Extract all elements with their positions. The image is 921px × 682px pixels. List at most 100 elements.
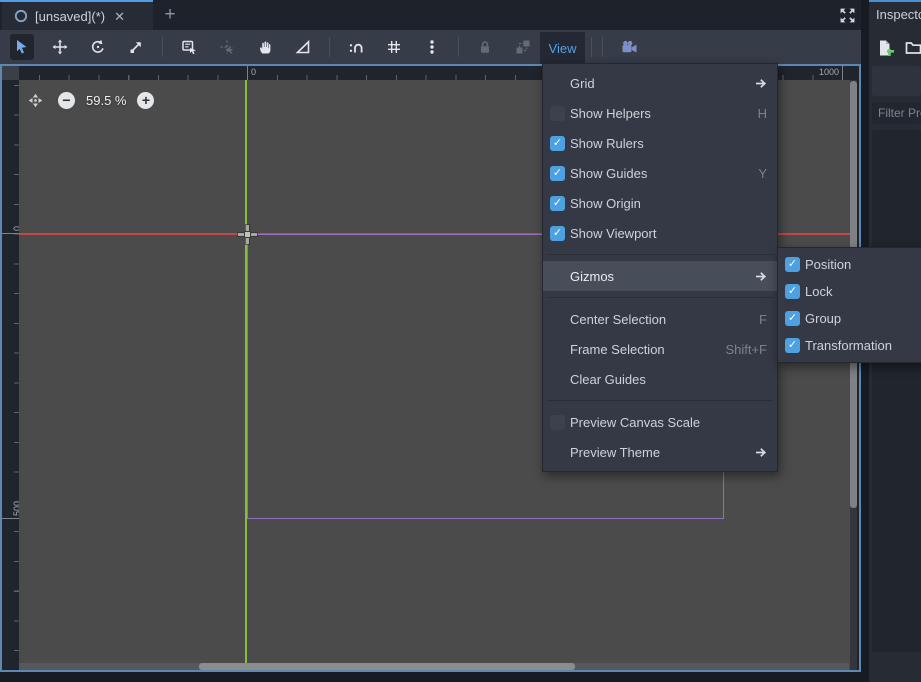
center-view-icon[interactable] (27, 92, 44, 109)
menu-item-label: Show Rulers (570, 136, 644, 151)
horizontal-scrollbar-thumb[interactable] (199, 663, 575, 670)
origin-position-gizmo[interactable] (238, 225, 257, 244)
close-icon[interactable]: ✕ (114, 10, 125, 23)
menu-item-label: Position (805, 257, 851, 272)
zoom-widget: − 59.5 % + (27, 92, 154, 109)
zoom-percentage[interactable]: 59.5 % (86, 93, 126, 108)
vertical-ruler[interactable]: 0500 (2, 80, 19, 670)
inspector-object-bar[interactable] (872, 66, 921, 96)
menu-item-clear-guides[interactable]: Clear Guides (543, 364, 777, 394)
menu-item-label: Show Viewport (570, 226, 656, 241)
menu-item-label: Transformation (805, 338, 892, 353)
smart-snap-button[interactable] (344, 34, 368, 60)
group-icon (515, 39, 531, 55)
expand-icon (839, 7, 856, 24)
menu-item-label: Gizmos (570, 269, 614, 284)
ruler-major-tick (842, 66, 843, 80)
scene-tab-bar: [unsaved](*) ✕ + (0, 0, 861, 30)
group-selected-button[interactable] (511, 34, 535, 60)
expand-button[interactable] (834, 4, 860, 27)
menu-item-label: Grid (570, 76, 595, 91)
checkbox-checked-icon: ✓ (550, 166, 565, 181)
lock-icon (477, 39, 493, 55)
menu-item-group[interactable]: ✓ Group (778, 305, 921, 332)
menu-item-shortcut: Shift+F (725, 342, 767, 357)
ruler-major-tick (2, 518, 19, 519)
menu-item-shortcut: F (759, 312, 767, 327)
menu-item-gizmos[interactable]: Gizmos (543, 261, 777, 291)
filter-properties-input[interactable]: Filter Properties (872, 102, 921, 124)
menu-item-show-origin[interactable]: ✓Show Origin (543, 188, 777, 218)
zoom-in-button[interactable]: + (137, 92, 154, 109)
menu-item-label: Preview Canvas Scale (570, 415, 700, 430)
checkbox-spacer (550, 342, 565, 357)
grid-snap-button[interactable] (382, 34, 406, 60)
canvas-toolbar (0, 30, 861, 64)
menu-item-show-helpers[interactable]: Show HelpersH (543, 98, 777, 128)
view-menu-button[interactable]: View (540, 32, 585, 64)
snap-options-button[interactable] (420, 34, 444, 60)
menu-item-position[interactable]: ✓Position (778, 251, 921, 278)
checkbox-unchecked-icon (550, 415, 565, 430)
menu-item-lock[interactable]: ✓Lock (778, 278, 921, 305)
scene-tab-label: [unsaved](*) (35, 9, 105, 24)
menu-item-show-rulers[interactable]: ✓ Show Rulers (543, 128, 777, 158)
toolbar-separator (162, 37, 163, 57)
ruler-mode-button[interactable] (291, 34, 315, 60)
pan-mode-button[interactable] (253, 34, 277, 60)
checkbox-unchecked-icon (550, 106, 565, 121)
scene-icon (14, 9, 28, 23)
checkbox-spacer (550, 76, 565, 91)
lock-selected-button[interactable] (473, 34, 497, 60)
inspector-title: Inspector (876, 7, 921, 22)
list-select-button[interactable] (177, 34, 201, 60)
checkbox-checked-icon: ✓ (785, 311, 800, 326)
smart-snap-icon (348, 39, 364, 55)
new-scene-tab-button[interactable]: + (158, 3, 182, 27)
menu-item-preview-theme[interactable]: Preview Theme (543, 437, 777, 467)
checkbox-checked-icon: ✓ (550, 136, 565, 151)
rotate-mode-button[interactable] (86, 34, 110, 60)
menu-item-label: Show Origin (570, 196, 641, 211)
submenu-arrow-icon (755, 447, 767, 458)
menu-item-show-guides[interactable]: ✓Show GuidesY (543, 158, 777, 188)
ruler-label: 1000 (819, 68, 839, 77)
vertical-scrollbar[interactable] (850, 80, 857, 670)
scale-icon (128, 39, 144, 55)
horizontal-scrollbar[interactable] (19, 663, 849, 670)
view-menu: Grid Show HelpersH ✓ Show Rulers ✓Show Guide… (542, 63, 778, 472)
menu-item-label: Group (805, 311, 841, 326)
scene-tab[interactable]: [unsaved](*) ✕ (2, 2, 153, 30)
vertical-ellipsis-icon (424, 39, 440, 55)
load-resource-icon[interactable] (905, 39, 921, 57)
menu-item-frame-selection[interactable]: Frame SelectionShift+F (543, 334, 777, 364)
gizmos-submenu: ✓Position✓Lock ✓ Group ✓ Transformation (777, 247, 921, 363)
zoom-out-button[interactable]: − (58, 92, 75, 109)
menu-item-show-viewport[interactable]: ✓Show Viewport (543, 218, 777, 248)
menu-item-shortcut: H (758, 106, 767, 121)
ruler-label: 0 (251, 68, 256, 77)
new-resource-icon[interactable] (876, 39, 894, 57)
checkbox-spacer (550, 312, 565, 327)
checkbox-checked-icon: ✓ (785, 338, 800, 353)
ruler-major-tick (247, 66, 248, 80)
menu-item-label: Preview Theme (570, 445, 660, 460)
submenu-arrow-icon (755, 78, 767, 89)
pan-hand-icon (257, 39, 273, 55)
menu-item-transformation[interactable]: ✓ Transformation (778, 332, 921, 359)
checkbox-spacer (550, 269, 565, 284)
pivot-edit-button[interactable] (215, 34, 239, 60)
ruler-icon (295, 39, 311, 55)
select-mode-button[interactable] (10, 34, 34, 60)
scale-mode-button[interactable] (124, 34, 148, 60)
override-camera-button[interactable] (617, 34, 641, 60)
menu-item-center-selection[interactable]: Center SelectionF (543, 304, 777, 334)
menu-item-grid[interactable]: Grid (543, 68, 777, 98)
dock-accent-line (869, 0, 921, 2)
rotate-icon (90, 39, 106, 55)
select-arrow-icon (14, 39, 30, 55)
toolbar-separator (458, 37, 459, 57)
menu-item-preview-canvas-scale[interactable]: Preview Canvas Scale (543, 407, 777, 437)
inspector-properties-area (872, 130, 921, 652)
move-mode-button[interactable] (48, 34, 72, 60)
